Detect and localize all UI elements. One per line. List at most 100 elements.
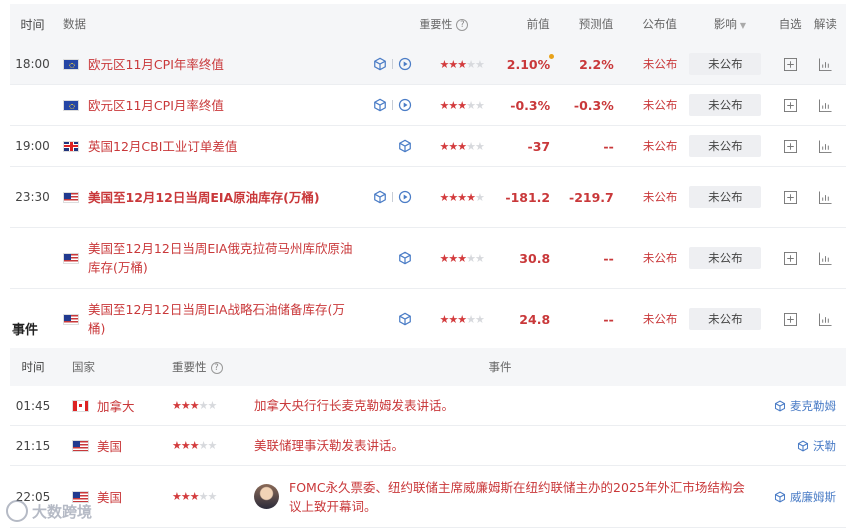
chart-icon[interactable]	[818, 99, 832, 112]
effect-badge: 未公布	[689, 308, 762, 330]
divider	[391, 192, 393, 202]
row-previous: -0.3%	[510, 97, 551, 113]
event-country[interactable]: 美国	[56, 436, 156, 455]
importance-stars: ★★★★★	[172, 490, 217, 503]
event-time: 21:15	[15, 438, 51, 453]
event-country[interactable]: 加拿大	[56, 396, 156, 415]
flag-eu-icon	[63, 99, 80, 111]
flag-us-icon	[63, 191, 80, 203]
row-indicator[interactable]: 美国至12月12日当周EIA原油库存(万桶)	[55, 188, 361, 207]
caret-down-icon: ▼	[739, 21, 746, 30]
revised-dot-icon	[549, 53, 555, 59]
header-importance: 重要性	[419, 18, 453, 31]
table-row[interactable]: 23:30 美国至12月12日当周EIA原油库存(万桶) ★★★★★ -181.2 -2…	[10, 167, 846, 228]
cube-icon[interactable]	[398, 251, 412, 265]
row-published: 未公布	[642, 98, 678, 112]
event-person-link[interactable]: 沃勒	[750, 438, 846, 454]
plus-icon[interactable]	[783, 99, 797, 112]
header-effect[interactable]: 影响 ▼	[677, 16, 776, 32]
help-icon[interactable]: ?	[210, 361, 223, 374]
row-indicator-label[interactable]: 英国12月CBI工业订单差值	[88, 137, 361, 156]
row-tools	[361, 251, 420, 265]
row-indicator[interactable]: 美国至12月12日当周EIA战略石油储备库存(万桶)	[55, 300, 361, 338]
event-time: 01:45	[15, 398, 51, 413]
plus-icon[interactable]	[783, 191, 797, 204]
importance-stars: ★★★★★	[439, 139, 485, 153]
importance-stars: ★★★★★	[439, 57, 485, 71]
row-indicator[interactable]: 美国至12月12日当周EIA俄克拉荷马州库欣原油库存(万桶)	[55, 239, 361, 277]
row-indicator-label[interactable]: 美国至12月12日当周EIA俄克拉荷马州库欣原油库存(万桶)	[88, 239, 361, 277]
events-section-title: 事件	[12, 323, 39, 338]
event-description[interactable]: FOMC永久票委、纽约联储主席威廉姆斯在纽约联储主办的2025年外汇市场结构会议…	[254, 478, 750, 516]
cube-icon[interactable]	[373, 98, 387, 112]
watermark: 大数跨境	[6, 500, 92, 522]
add-favorite-button[interactable]	[776, 312, 805, 326]
add-favorite-button[interactable]	[776, 98, 805, 112]
row-indicator-label[interactable]: 欧元区11月CPI年率终值	[88, 55, 361, 74]
row-indicator-label[interactable]: 美国至12月12日当周EIA原油库存(万桶)	[88, 188, 361, 207]
add-favorite-button[interactable]	[776, 251, 805, 265]
row-indicator-label[interactable]: 欧元区11月CPI月率终值	[88, 96, 361, 115]
effect-badge: 未公布	[689, 186, 762, 208]
table-row[interactable]: 欧元区11月CPI月率终值 ★★★★★ -0.3% -0.3% 未公布 未公布	[10, 85, 846, 126]
add-favorite-button[interactable]	[776, 190, 805, 204]
importance-stars: ★★★★★	[439, 251, 485, 265]
cube-icon[interactable]	[398, 312, 412, 326]
header-favorite: 自选	[778, 17, 802, 31]
play-icon[interactable]	[398, 190, 412, 204]
analysis-button[interactable]	[805, 57, 846, 71]
chart-icon[interactable]	[818, 252, 832, 265]
row-published: 未公布	[642, 190, 678, 204]
row-indicator-label[interactable]: 美国至12月12日当周EIA战略石油储备库存(万桶)	[88, 300, 361, 338]
play-icon[interactable]	[398, 57, 412, 71]
importance-stars: ★★★★★	[172, 439, 217, 452]
event-description[interactable]: 美联储理事沃勒发表讲话。	[254, 436, 750, 455]
add-favorite-button[interactable]	[776, 57, 805, 71]
header-data: 数据	[63, 17, 87, 31]
event-description[interactable]: 加拿大央行行长麦克勒姆发表讲话。	[254, 396, 750, 415]
event-row[interactable]: 22:05 美国 ★★★★★ FOMC永久票委、纽约联储主席威廉姆斯在纽约联储主办的2…	[10, 466, 846, 528]
row-previous: -37	[527, 138, 551, 154]
analysis-button[interactable]	[805, 98, 846, 112]
chart-icon[interactable]	[818, 191, 832, 204]
header-forecast: 预测值	[578, 17, 614, 31]
analysis-button[interactable]	[805, 312, 846, 326]
row-indicator[interactable]: 欧元区11月CPI月率终值	[55, 96, 361, 115]
table-row[interactable]: 美国至12月12日当周EIA俄克拉荷马州库欣原油库存(万桶) ★★★★★ 30.8 -…	[10, 228, 846, 289]
event-row[interactable]: 21:15 美国 ★★★★★ 美联储理事沃勒发表讲话。 沃勒	[10, 426, 846, 466]
table-row[interactable]: 19:00 英国12月CBI工业订单差值 ★★★★★ -37 -- 未公布 未公布	[10, 126, 846, 167]
event-person-link[interactable]: 威廉姆斯	[750, 489, 846, 505]
cube-icon[interactable]	[373, 190, 387, 204]
analysis-button[interactable]	[805, 139, 846, 153]
row-tools	[361, 190, 420, 204]
cube-icon[interactable]	[373, 57, 387, 71]
events-header-importance: 重要性	[172, 360, 207, 374]
chart-icon[interactable]	[818, 58, 832, 71]
event-person-link[interactable]: 麦克勒姆	[750, 398, 846, 414]
cube-icon[interactable]	[398, 139, 412, 153]
plus-icon[interactable]	[783, 140, 797, 153]
row-effect: 未公布	[677, 186, 775, 208]
table-row[interactable]: 美国至12月12日当周EIA战略石油储备库存(万桶) ★★★★★ 24.8 -- 未公布…	[10, 289, 846, 350]
event-row[interactable]: 01:45 加拿大 ★★★★★ 加拿大央行行长麦克勒姆发表讲话。 麦克勒姆	[10, 386, 846, 426]
chart-icon[interactable]	[818, 140, 832, 153]
analysis-button[interactable]	[805, 190, 846, 204]
row-indicator[interactable]: 欧元区11月CPI年率终值	[55, 55, 361, 74]
chart-icon[interactable]	[818, 313, 832, 326]
plus-icon[interactable]	[783, 58, 797, 71]
importance-stars: ★★★★★	[439, 312, 485, 326]
plus-icon[interactable]	[783, 313, 797, 326]
header-previous: 前值	[526, 17, 550, 31]
analysis-button[interactable]	[805, 251, 846, 265]
add-favorite-button[interactable]	[776, 139, 805, 153]
row-effect: 未公布	[677, 308, 775, 330]
row-effect: 未公布	[677, 53, 775, 75]
row-forecast: --	[603, 250, 614, 266]
play-icon[interactable]	[398, 98, 412, 112]
row-previous: 24.8	[519, 311, 551, 327]
plus-icon[interactable]	[783, 252, 797, 265]
table-row[interactable]: 18:00 欧元区11月CPI年率终值 ★★★★★ 2.10% 2.2% 未公布 未公布	[10, 44, 846, 85]
row-indicator[interactable]: 英国12月CBI工业订单差值	[55, 137, 361, 156]
watermark-logo-icon	[6, 500, 28, 522]
help-icon[interactable]: ?	[456, 19, 469, 31]
